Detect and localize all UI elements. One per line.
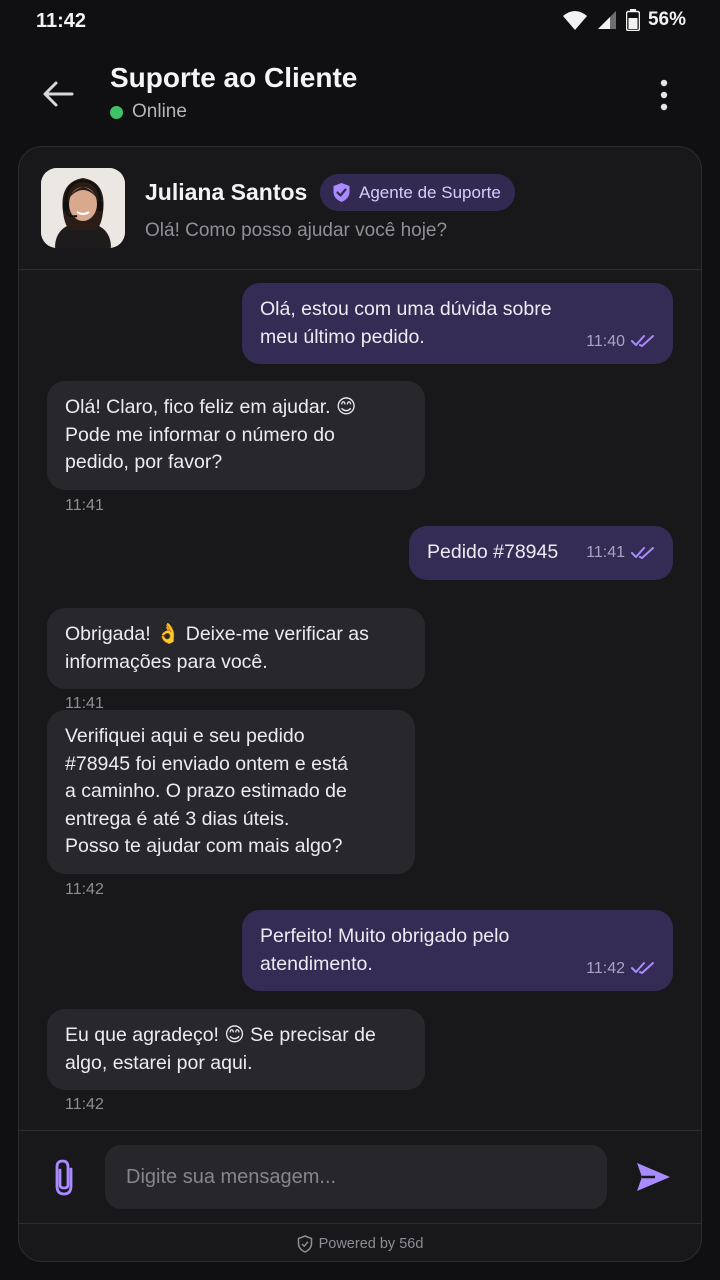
message-bubble: Eu que agradeço! 😊 Se precisar de algo, …	[47, 1009, 425, 1090]
message-text: meu último pedido.	[260, 325, 425, 348]
shield-icon	[297, 1235, 312, 1253]
message-text: Pode me informar o número do	[65, 423, 335, 446]
message-outgoing: Pedido #78945 11:41	[409, 526, 673, 580]
message-incoming: Olá! Claro, fico feliz em ajudar. 😊 Pode…	[47, 381, 425, 490]
agent-badge-label: Agente de Suporte	[359, 182, 501, 202]
message-outgoing: Perfeito! Muito obrigado pelo atendiment…	[242, 910, 673, 991]
message-text: #78945 foi enviado ontem e está	[65, 752, 348, 775]
agent-header: Juliana Santos Agente de Suporte Olá! Co…	[19, 147, 701, 270]
agent-greeting: Olá! Como posso ajudar você hoje?	[145, 220, 448, 241]
send-icon[interactable]	[633, 1157, 673, 1197]
message-incoming: Verifiquei aqui e seu pedido #78945 foi …	[47, 710, 415, 874]
avatar	[41, 168, 125, 248]
message-time: 11:42	[65, 1096, 104, 1113]
message-text: Olá, estou com uma dúvida sobre	[260, 298, 552, 320]
message-bubble: Obrigada! 👌 Deixe-me verificar as inform…	[47, 608, 425, 689]
status-bar: 11:42 56%	[0, 0, 720, 44]
message-text: Posso te ajudar com mais algo?	[65, 835, 343, 857]
message-incoming: Eu que agradeço! 😊 Se precisar de algo, …	[47, 1009, 425, 1090]
message-text: Pedido #78945	[427, 541, 559, 563]
back-arrow-icon[interactable]	[38, 76, 78, 112]
message-text: Eu que agradeço! 😊 Se precisar de	[65, 1024, 376, 1046]
message-meta: 11:41	[586, 539, 655, 567]
double-check-icon	[631, 546, 654, 559]
message-bubble: Verifiquei aqui e seu pedido #78945 foi …	[47, 710, 415, 874]
double-check-icon	[631, 335, 654, 348]
message-composer	[19, 1130, 701, 1224]
message-text: pedido, por favor?	[65, 451, 223, 473]
message-bubble: Olá, estou com uma dúvida sobre meu últi…	[242, 283, 673, 364]
online-label: Online	[132, 101, 187, 122]
message-time: 11:40	[586, 332, 625, 350]
status-icons: 56%	[562, 9, 686, 31]
status-time: 11:42	[36, 10, 87, 32]
double-check-icon	[631, 962, 654, 975]
wifi-icon	[562, 11, 587, 30]
agent-name: Juliana Santos	[145, 179, 308, 205]
message-meta: 11:40	[586, 328, 655, 356]
message-text: a caminho. O prazo estimado de	[65, 780, 347, 802]
powered-by-label: Powered by 56d	[318, 1236, 424, 1252]
signal-icon	[597, 11, 616, 29]
message-input[interactable]	[105, 1145, 607, 1209]
message-time: 11:42	[65, 881, 104, 898]
message-time: 11:41	[586, 544, 625, 561]
message-text: Olá! Claro, fico feliz em ajudar. 😊	[65, 396, 357, 418]
message-time: 11:41	[65, 497, 104, 514]
battery-percent: 56%	[647, 9, 686, 30]
message-text: Perfeito! Muito obrigado pelo	[260, 925, 510, 947]
message-text: informações para você.	[65, 650, 268, 673]
agent-badge: Agente de Suporte	[320, 174, 515, 211]
message-text: entrega é até 3 dias úteis.	[65, 807, 290, 830]
app-header: Suporte ao Cliente Online	[0, 44, 720, 144]
message-text: atendimento.	[260, 952, 373, 975]
message-text: algo, estarei por aqui.	[65, 1051, 253, 1074]
online-dot	[110, 105, 123, 119]
message-meta: 11:42	[586, 955, 655, 983]
paperclip-icon[interactable]	[47, 1157, 81, 1197]
verified-shield-icon	[333, 183, 350, 202]
message-bubble: Pedido #78945 11:41	[409, 526, 673, 580]
page-title: Suporte ao Cliente	[110, 62, 358, 93]
more-vert-icon[interactable]	[652, 78, 676, 112]
message-incoming: Obrigada! 👌 Deixe-me verificar as inform…	[47, 608, 425, 689]
message-time: 11:42	[586, 959, 625, 977]
message-text: Obrigada! 👌 Deixe-me verificar as	[65, 623, 369, 645]
message-text: Verifiquei aqui e seu pedido	[65, 725, 305, 747]
message-bubble: Perfeito! Muito obrigado pelo atendiment…	[242, 910, 673, 991]
message-bubble: Olá! Claro, fico feliz em ajudar. 😊 Pode…	[47, 381, 425, 490]
battery-icon	[625, 9, 640, 31]
chat-card: Juliana Santos Agente de Suporte Olá! Co…	[18, 146, 702, 1262]
powered-by-footer: Powered by 56d	[19, 1227, 701, 1261]
message-outgoing: Olá, estou com uma dúvida sobre meu últi…	[242, 283, 673, 364]
online-status: Online	[110, 101, 187, 123]
